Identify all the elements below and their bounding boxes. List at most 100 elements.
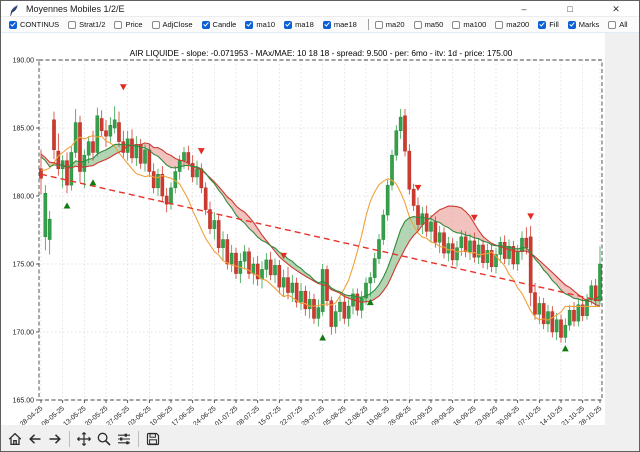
home-button[interactable]: [5, 429, 25, 449]
candle-body: [252, 264, 255, 274]
title-bar: Moyennes Mobiles 1/2/E –□✕: [1, 1, 639, 17]
toolbar-separator: [69, 431, 70, 447]
candle-body: [195, 169, 198, 177]
price-chart-canvas[interactable]: AIR LIQUIDE - slope: -0.071953 - MAx/MAE…: [1, 33, 640, 425]
candle-body: [83, 155, 86, 171]
checkbox-mae18[interactable]: mae18: [323, 20, 357, 29]
candle-body: [577, 305, 580, 321]
candle-body: [113, 120, 116, 128]
unchecked-checkbox-icon[interactable]: [68, 21, 76, 29]
candle-body: [464, 237, 467, 252]
candle-body: [265, 260, 268, 270]
candle-body: [308, 299, 311, 309]
window-controls: –□✕: [501, 1, 639, 17]
candle-body: [455, 248, 458, 260]
home-icon: [7, 431, 23, 447]
checkbox-ma100[interactable]: ma100: [452, 20, 486, 29]
candle-body: [408, 151, 411, 189]
nav-toolbar: [1, 425, 639, 452]
candle-body: [165, 196, 168, 204]
candle-body: [564, 325, 567, 337]
y-tick-label: 165.00: [13, 397, 35, 404]
candle-body: [65, 161, 68, 185]
checkbox-ma20[interactable]: ma20: [375, 20, 405, 29]
checked-checkbox-icon[interactable]: [568, 21, 576, 29]
checkbox-continus[interactable]: CONTINUS: [9, 20, 59, 29]
checkbox-label: ma20: [386, 20, 405, 29]
candle-body: [286, 278, 289, 293]
checkbox-label: ma50: [425, 20, 444, 29]
pan-icon: [76, 431, 92, 447]
figure-bg: [1, 33, 605, 425]
unchecked-checkbox-icon[interactable]: [375, 21, 383, 29]
checkbox-ma10[interactable]: ma10: [245, 20, 275, 29]
candle-body: [70, 152, 73, 185]
checkbox-label: ma100: [463, 20, 486, 29]
unchecked-checkbox-icon[interactable]: [152, 21, 160, 29]
unchecked-checkbox-icon[interactable]: [608, 21, 616, 29]
checkbox-label: Fill: [549, 20, 559, 29]
configure-subplots-button[interactable]: [114, 429, 134, 449]
back-button[interactable]: [25, 429, 45, 449]
candle-body: [230, 253, 233, 264]
checked-checkbox-icon[interactable]: [538, 21, 546, 29]
forward-button[interactable]: [45, 429, 65, 449]
candle-body: [585, 299, 588, 315]
candle-body: [559, 320, 562, 338]
candle-body: [312, 299, 315, 318]
candle-body: [373, 259, 376, 278]
checkbox-all[interactable]: All: [608, 20, 627, 29]
checked-checkbox-icon[interactable]: [284, 21, 292, 29]
checkbox-fill[interactable]: Fill: [538, 20, 559, 29]
candle-body: [221, 240, 224, 248]
checked-checkbox-icon[interactable]: [245, 21, 253, 29]
candle-body: [343, 302, 346, 318]
minimize-button[interactable]: –: [501, 1, 547, 17]
candle-body: [182, 152, 185, 160]
candle-body: [386, 185, 389, 215]
candle-body: [278, 265, 281, 287]
checkbox-ma200[interactable]: ma200: [495, 20, 529, 29]
candle-body: [499, 242, 502, 254]
checkbox-marks[interactable]: Marks: [568, 20, 599, 29]
candle-body: [96, 116, 99, 153]
maximize-button[interactable]: □: [547, 1, 593, 17]
checkbox-price[interactable]: Price: [114, 20, 142, 29]
checkbox-candle[interactable]: Candle: [202, 20, 237, 29]
candle-body: [551, 312, 554, 332]
unchecked-checkbox-icon[interactable]: [452, 21, 460, 29]
checkbox-strat1-2[interactable]: Strat1/2: [68, 20, 105, 29]
candle-body: [48, 219, 51, 239]
zoom-button[interactable]: [94, 429, 114, 449]
candle-body: [187, 152, 190, 163]
candle-body: [442, 233, 445, 253]
unchecked-checkbox-icon[interactable]: [114, 21, 122, 29]
save-button[interactable]: [143, 429, 163, 449]
candle-body: [52, 120, 55, 150]
candle-body: [507, 246, 510, 258]
candle-body: [213, 220, 216, 228]
candle-body: [542, 303, 545, 323]
candle-body: [291, 283, 294, 293]
checked-checkbox-icon[interactable]: [9, 21, 17, 29]
unchecked-checkbox-icon[interactable]: [414, 21, 422, 29]
checked-checkbox-icon[interactable]: [202, 21, 210, 29]
candle-body: [546, 312, 549, 324]
checked-checkbox-icon[interactable]: [323, 21, 331, 29]
candle-body: [447, 244, 450, 254]
candle-body: [273, 265, 276, 275]
unchecked-checkbox-icon[interactable]: [495, 21, 503, 29]
candle-body: [226, 240, 229, 264]
checkbox-label: ma18: [295, 20, 314, 29]
toolbar-separator: [138, 431, 139, 447]
pan-button[interactable]: [74, 429, 94, 449]
candle-body: [477, 245, 480, 257]
checkbox-label: Candle: [213, 20, 237, 29]
candle-body: [451, 244, 454, 260]
checkbox-ma18[interactable]: ma18: [284, 20, 314, 29]
checkbox-adjclose[interactable]: AdjClose: [152, 20, 193, 29]
checkbox-label: ma200: [506, 20, 529, 29]
checkbox-ma50[interactable]: ma50: [414, 20, 444, 29]
close-button[interactable]: ✕: [593, 1, 639, 17]
candle-body: [117, 123, 120, 142]
